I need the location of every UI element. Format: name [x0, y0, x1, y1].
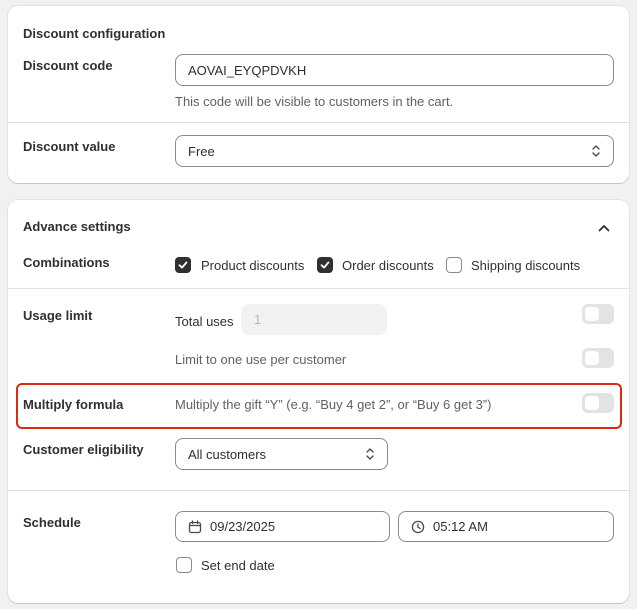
one-per-customer-toggle[interactable] — [582, 348, 614, 368]
usage-limit-label: Usage limit — [23, 308, 93, 323]
total-uses-label: Total uses — [175, 314, 234, 329]
total-uses-toggle[interactable] — [582, 304, 614, 324]
divider — [8, 122, 629, 123]
toggle-knob — [585, 396, 599, 410]
customer-eligibility-select[interactable]: All customers — [175, 438, 388, 470]
shipping-discounts-label[interactable]: Shipping discounts — [471, 258, 580, 273]
checkmark-icon — [178, 261, 188, 269]
divider — [8, 288, 629, 289]
start-time-value: 05:12 AM — [433, 519, 488, 534]
schedule-label: Schedule — [23, 515, 81, 530]
customer-eligibility-selected: All customers — [188, 446, 267, 462]
clock-icon — [411, 520, 425, 534]
chevron-up-down-icon — [365, 447, 375, 461]
checkmark-icon — [320, 261, 330, 269]
start-time-input[interactable]: 05:12 AM — [398, 511, 614, 542]
multiply-formula-label: Multiply formula — [23, 397, 124, 412]
discount-value-selected: Free — [188, 143, 215, 159]
set-end-date-checkbox[interactable] — [176, 557, 192, 573]
advance-settings-card: Advance settings Combinations Product di… — [8, 200, 629, 603]
discount-value-select[interactable]: Free — [175, 135, 614, 167]
shipping-discounts-checkbox[interactable] — [446, 257, 462, 273]
discount-code-input[interactable]: AOVAI_EYQPDVKH — [175, 54, 614, 86]
total-uses-placeholder: 1 — [254, 312, 262, 327]
start-date-input[interactable]: 09/23/2025 — [175, 511, 390, 542]
multiply-formula-toggle[interactable] — [582, 393, 614, 413]
product-discounts-checkbox[interactable] — [175, 257, 191, 273]
product-discounts-label[interactable]: Product discounts — [201, 258, 304, 273]
discount-code-value: AOVAI_EYQPDVKH — [188, 62, 307, 78]
discount-code-help: This code will be visible to customers i… — [175, 94, 454, 109]
set-end-date-label[interactable]: Set end date — [201, 558, 275, 573]
divider — [8, 490, 629, 491]
toggle-knob — [585, 351, 599, 365]
total-uses-input[interactable]: 1 — [241, 304, 387, 335]
order-discounts-label[interactable]: Order discounts — [342, 258, 434, 273]
chevron-up-down-icon — [591, 144, 601, 158]
toggle-knob — [585, 307, 599, 321]
discount-configuration-title: Discount configuration — [23, 26, 166, 41]
chevron-up-icon[interactable] — [596, 220, 612, 236]
order-discounts-checkbox[interactable] — [317, 257, 333, 273]
discount-value-label: Discount value — [23, 139, 116, 154]
discount-configuration-card: Discount configuration Discount code AOV… — [8, 6, 629, 183]
advance-settings-title: Advance settings — [23, 219, 131, 234]
one-per-customer-label: Limit to one use per customer — [175, 352, 347, 367]
start-date-value: 09/23/2025 — [210, 519, 276, 534]
customer-eligibility-label: Customer eligibility — [23, 442, 144, 457]
multiply-formula-description: Multiply the gift “Y” (e.g. “Buy 4 get 2… — [175, 397, 492, 412]
calendar-icon — [188, 519, 202, 534]
discount-code-label: Discount code — [23, 58, 113, 73]
combinations-label: Combinations — [23, 255, 110, 270]
